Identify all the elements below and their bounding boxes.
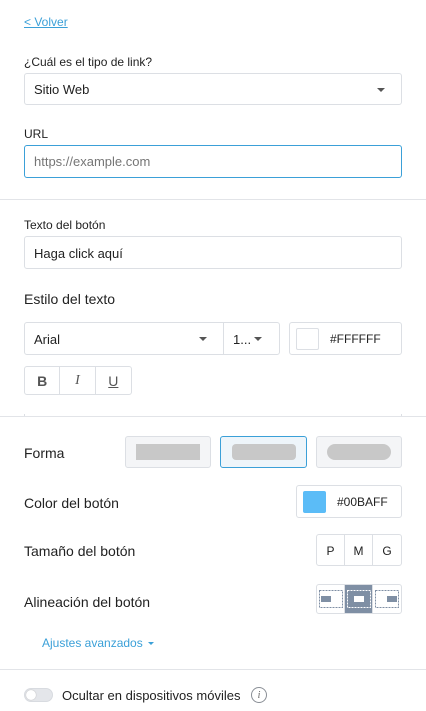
hide-mobile-label: Ocultar en dispositivos móviles: [62, 688, 241, 703]
url-label: URL: [24, 127, 49, 141]
divider: [0, 199, 426, 200]
font-value: Arial: [34, 332, 61, 347]
align-left-button[interactable]: [317, 585, 345, 613]
align-center-icon: [346, 590, 371, 608]
shape-square-button[interactable]: [125, 436, 211, 468]
advanced-settings-label: Ajustes avanzados: [42, 636, 143, 650]
italic-button[interactable]: I: [60, 367, 96, 395]
font-select[interactable]: Arial: [24, 322, 224, 355]
text-color-picker[interactable]: #FFFFFF: [289, 322, 402, 355]
align-left-icon: [318, 590, 343, 608]
divider: [0, 416, 426, 417]
chevron-down-icon: [147, 641, 154, 645]
toggle-knob: [26, 690, 36, 700]
divider: [0, 669, 426, 670]
button-text-input[interactable]: Haga click aquí: [24, 236, 402, 269]
chevron-down-icon: [377, 88, 385, 92]
underline-button[interactable]: U: [96, 367, 131, 395]
size-small-button[interactable]: P: [317, 535, 345, 565]
link-type-value: Sitio Web: [34, 82, 90, 97]
shape-label: Forma: [24, 445, 65, 461]
alignment-group: [316, 584, 402, 614]
align-right-icon: [375, 590, 399, 608]
size-large-button[interactable]: G: [373, 535, 401, 565]
pill-shape-icon: [327, 444, 391, 460]
button-color-picker[interactable]: #00BAFF: [296, 485, 402, 518]
back-link[interactable]: < Volver: [24, 15, 68, 29]
format-toolbar: B I U: [24, 366, 132, 395]
url-input[interactable]: [24, 145, 402, 178]
align-center-button[interactable]: [345, 585, 373, 613]
shape-rounded-button[interactable]: [220, 436, 307, 468]
button-size-label: Tamaño del botón: [24, 543, 136, 559]
bold-button[interactable]: B: [25, 367, 61, 395]
align-right-button[interactable]: [373, 585, 401, 613]
font-size-select[interactable]: 1...: [223, 322, 280, 355]
button-size-group: P M G: [316, 534, 402, 566]
info-icon[interactable]: i: [251, 687, 267, 703]
hide-mobile-toggle[interactable]: [24, 688, 53, 702]
font-size-value: 1...: [233, 332, 252, 347]
rounded-shape-icon: [231, 444, 296, 460]
button-color-swatch: [303, 491, 326, 513]
size-medium-button[interactable]: M: [345, 535, 373, 565]
button-text-value: Haga click aquí: [34, 246, 123, 261]
text-color-swatch: [296, 328, 319, 350]
text-style-heading: Estilo del texto: [24, 291, 116, 307]
button-color-hex: #00BAFF: [337, 495, 388, 509]
text-color-hex: #FFFFFF: [330, 332, 381, 346]
chevron-down-icon: [199, 337, 207, 341]
link-type-select[interactable]: Sitio Web: [24, 73, 402, 105]
shape-pill-button[interactable]: [316, 436, 402, 468]
chevron-down-icon: [254, 337, 262, 341]
square-shape-icon: [136, 444, 200, 460]
advanced-settings-link[interactable]: Ajustes avanzados: [42, 636, 154, 650]
link-type-label: ¿Cuál es el tipo de link?: [24, 55, 153, 69]
button-color-label: Color del botón: [24, 495, 119, 511]
alignment-label: Alineación del botón: [24, 594, 151, 610]
button-text-label: Texto del botón: [24, 218, 106, 232]
